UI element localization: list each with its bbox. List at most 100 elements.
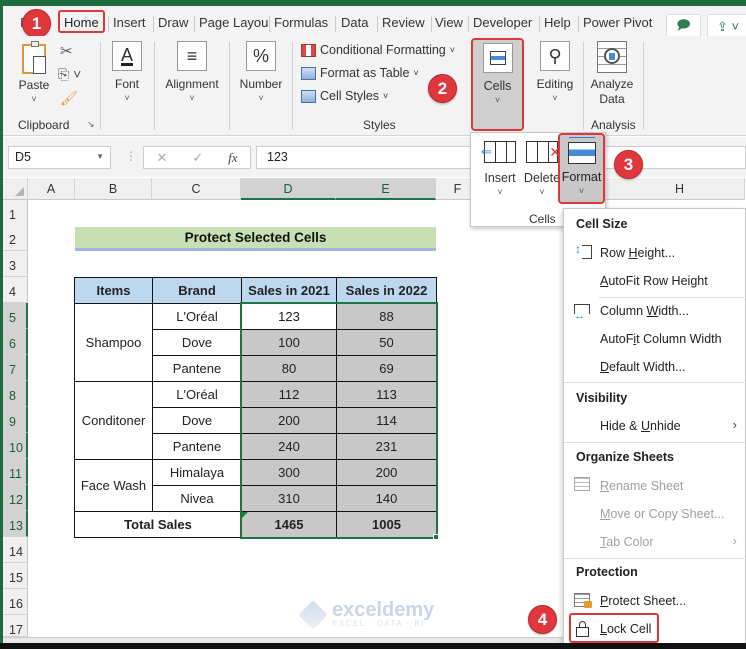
column-header-c[interactable]: C (152, 178, 241, 200)
name-box[interactable]: D5 ▼ (8, 146, 111, 169)
total-2022-cell[interactable]: 1005 (336, 511, 437, 538)
sales-2021-cell[interactable]: 123 (241, 303, 337, 330)
tab-power-pivot[interactable]: Power Pivot (583, 15, 652, 30)
row-header-8[interactable]: 8 (3, 381, 28, 407)
header-sales-2021[interactable]: Sales in 2021 (241, 277, 337, 304)
alignment-button[interactable]: ≡ Alignment ˅ (160, 41, 224, 103)
row-header-4[interactable]: 4 (3, 277, 28, 303)
sales-2022-cell[interactable]: 50 (336, 329, 437, 356)
protect-sheet-item[interactable]: Protect Sheet... (600, 594, 686, 608)
column-header-h[interactable]: H (605, 178, 745, 200)
row-header-12[interactable]: 12 (3, 485, 28, 511)
row-header-6[interactable]: 6 (3, 329, 28, 355)
row-header-15[interactable]: 15 (3, 563, 28, 589)
cut-icon[interactable]: ✂ (60, 42, 73, 60)
cancel-icon[interactable]: ✕ (156, 150, 167, 166)
tab-draw[interactable]: Draw (158, 15, 188, 30)
column-header-e[interactable]: E (336, 178, 436, 200)
row-header-1[interactable]: 1 (3, 200, 28, 226)
row-header-3[interactable]: 3 (3, 251, 28, 277)
conditional-formatting-button[interactable]: Conditional Formatting ˅ (301, 43, 455, 57)
paste-button[interactable]: Paste ˅ (16, 41, 52, 104)
delete-cells-button[interactable]: ✕ Delete ˅ (521, 137, 563, 197)
column-header-a[interactable]: A (28, 178, 75, 200)
row-height-item[interactable]: Row Height... (600, 246, 675, 260)
row-header-14[interactable]: 14 (3, 537, 28, 563)
cells-button[interactable]: Cells ˅ (471, 38, 524, 131)
number-button[interactable]: % Number ˅ (235, 41, 287, 103)
cell-styles-button[interactable]: Cell Styles ˅ (301, 89, 388, 103)
copy-icon[interactable]: ⎘ ˅ (58, 66, 81, 83)
sales-2022-cell[interactable]: 231 (336, 433, 437, 460)
total-label-cell[interactable]: Total Sales (74, 511, 242, 538)
sales-2022-cell[interactable]: 140 (336, 485, 437, 512)
tab-review[interactable]: Review (382, 15, 425, 30)
item-cell[interactable]: Face Wash (74, 459, 153, 512)
row-header-9[interactable]: 9 (3, 407, 28, 433)
rename-sheet-item[interactable]: Rename Sheet (600, 479, 683, 493)
brand-cell[interactable]: Dove (152, 329, 242, 356)
sheet-title-cell[interactable]: Protect Selected Cells (75, 227, 436, 251)
sales-2021-cell[interactable]: 240 (241, 433, 337, 460)
tab-view[interactable]: View (435, 15, 463, 30)
enter-icon[interactable]: ✓ (192, 150, 203, 166)
row-header-5[interactable]: 5 (3, 303, 28, 329)
sales-2021-cell[interactable]: 310 (241, 485, 337, 512)
sales-2021-cell[interactable]: 100 (241, 329, 337, 356)
select-all-button[interactable] (3, 178, 28, 200)
column-header-b[interactable]: B (75, 178, 152, 200)
insert-cells-button[interactable]: ⇐ Insert ˅ (479, 137, 521, 197)
analyze-data-button[interactable]: Analyze Data (589, 41, 635, 107)
brand-cell[interactable]: Pantene (152, 355, 242, 382)
total-2021-cell[interactable]: 1465 (241, 511, 337, 538)
sales-2022-cell[interactable]: 113 (336, 381, 437, 408)
move-copy-sheet-item[interactable]: Move or Copy Sheet... (600, 507, 724, 521)
default-width-item[interactable]: Default Width... (600, 360, 685, 374)
item-cell[interactable]: Conditoner (74, 381, 153, 460)
tab-color-item[interactable]: Tab Color (600, 535, 654, 549)
autofit-column-width-item[interactable]: AutoFit Column Width (600, 332, 722, 346)
tab-insert[interactable]: Insert (113, 15, 146, 30)
tab-page-layout[interactable]: Page Layou (199, 15, 268, 30)
tab-data[interactable]: Data (341, 15, 368, 30)
row-header-11[interactable]: 11 (3, 459, 28, 485)
brand-cell[interactable]: Pantene (152, 433, 242, 460)
sales-2022-cell[interactable]: 200 (336, 459, 437, 486)
format-as-table-button[interactable]: Format as Table ˅ (301, 66, 419, 80)
column-header-d[interactable]: D (241, 178, 336, 200)
tab-developer[interactable]: Developer (473, 15, 532, 30)
brand-cell[interactable]: Nivea (152, 485, 242, 512)
brand-cell[interactable]: L'Oréal (152, 381, 242, 408)
format-painter-icon[interactable]: 🖌 (60, 90, 78, 107)
format-cells-button[interactable]: Format ˅ (558, 133, 605, 204)
hide-unhide-item[interactable]: Hide & Unhide (600, 419, 681, 433)
sales-2021-cell[interactable]: 112 (241, 381, 337, 408)
sales-2022-cell[interactable]: 114 (336, 407, 437, 434)
dialog-launcher-icon[interactable]: ↘ (87, 119, 95, 130)
sales-2022-cell[interactable]: 88 (336, 303, 437, 330)
sales-2021-cell[interactable]: 200 (241, 407, 337, 434)
brand-cell[interactable]: L'Oréal (152, 303, 242, 330)
sales-2021-cell[interactable]: 300 (241, 459, 337, 486)
font-button[interactable]: A Font ˅ (107, 41, 147, 103)
row-header-16[interactable]: 16 (3, 589, 28, 615)
header-brand[interactable]: Brand (152, 277, 242, 304)
row-header-13[interactable]: 13 (3, 511, 28, 537)
sales-2021-cell[interactable]: 80 (241, 355, 337, 382)
row-header-17[interactable]: 17 (3, 615, 28, 637)
header-sales-2022[interactable]: Sales in 2022 (336, 277, 437, 304)
row-header-7[interactable]: 7 (3, 355, 28, 381)
brand-cell[interactable]: Himalaya (152, 459, 242, 486)
item-cell[interactable]: Shampoo (74, 303, 153, 382)
fill-handle[interactable] (433, 534, 439, 540)
tab-help[interactable]: Help (544, 15, 571, 30)
header-items[interactable]: Items (74, 277, 153, 304)
row-header-2[interactable]: 2 (3, 225, 28, 251)
autofit-row-height-item[interactable]: AutoFit Row Height (600, 274, 708, 288)
tab-formulas[interactable]: Formulas (274, 15, 328, 30)
editing-button[interactable]: ⚲ Editing ˅ (533, 41, 577, 103)
row-header-10[interactable]: 10 (3, 433, 28, 459)
insert-function-icon[interactable]: fx (228, 150, 237, 166)
brand-cell[interactable]: Dove (152, 407, 242, 434)
sales-2022-cell[interactable]: 69 (336, 355, 437, 382)
